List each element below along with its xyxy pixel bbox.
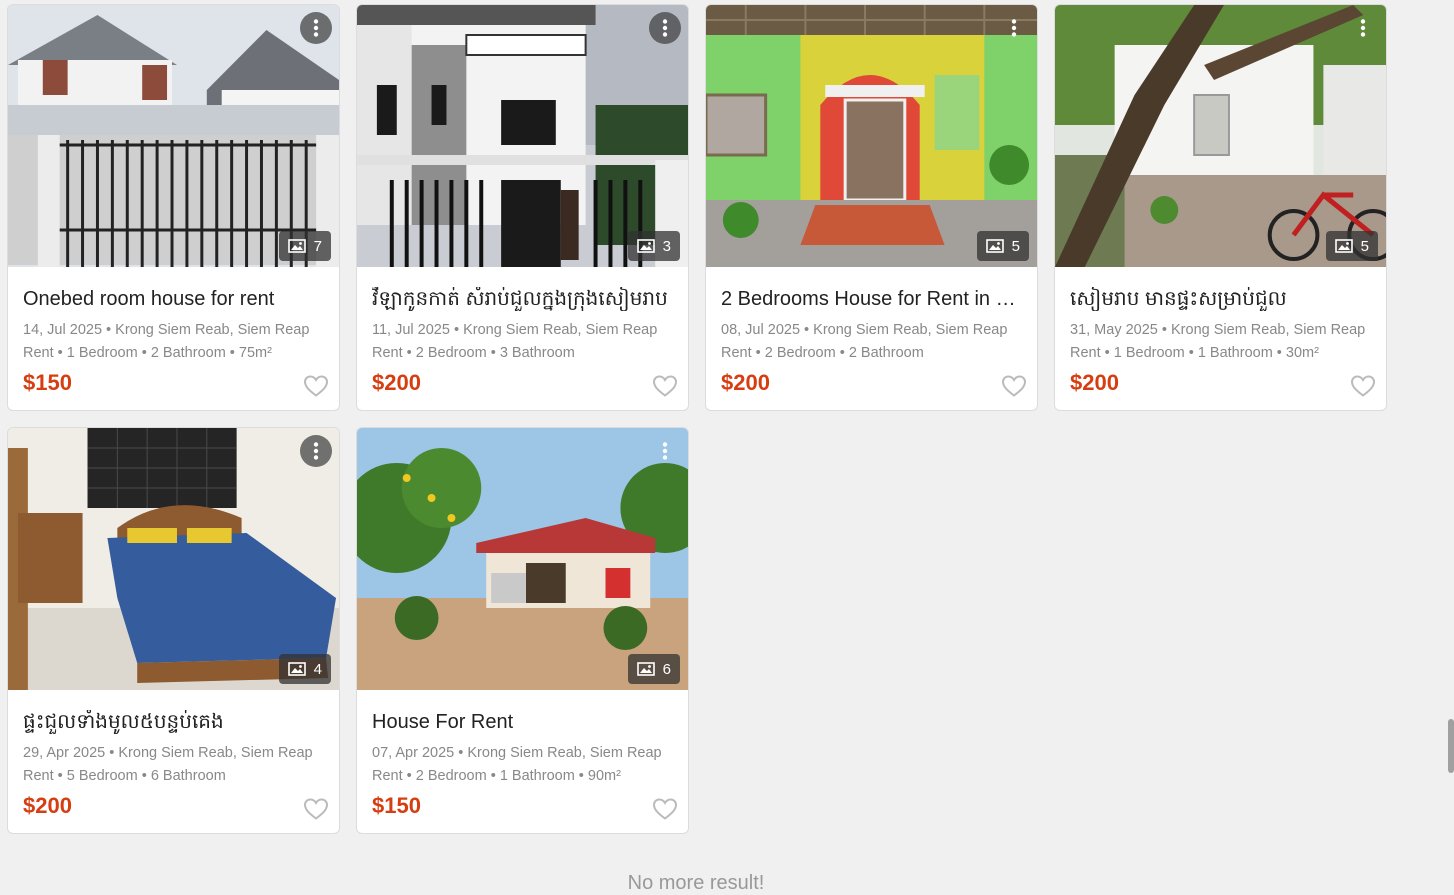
listing-photo[interactable]: 5 bbox=[1055, 5, 1386, 267]
house-photo-image bbox=[706, 5, 1037, 267]
more-vertical-icon bbox=[662, 442, 668, 460]
heart-outline-icon[interactable] bbox=[1350, 374, 1376, 398]
photo-count: 3 bbox=[662, 237, 671, 255]
listing-title[interactable]: House For Rent bbox=[372, 710, 673, 734]
no-more-results-text: No more result! bbox=[627, 872, 765, 894]
heart-outline-icon[interactable] bbox=[1001, 374, 1027, 398]
listing-details: Rent • 5 Bedroom • 6 Bathroom bbox=[23, 768, 226, 784]
listing-date-location: 29, Apr 2025 • Krong Siem Reab, Siem Rea… bbox=[23, 745, 313, 761]
house-photo-image bbox=[357, 428, 688, 690]
listing-date: 29, Apr 2025 bbox=[23, 745, 106, 761]
listing-location: Krong Siem Reab, Siem Reap bbox=[463, 322, 658, 338]
listing-card[interactable]: 7 Onebed room house for rent 14, Jul 202… bbox=[7, 4, 340, 411]
listing-card[interactable]: 6 House For Rent 07, Apr 2025 • Krong Si… bbox=[356, 427, 689, 834]
listing-location: Krong Siem Reab, Siem Reap bbox=[467, 745, 662, 761]
image-icon bbox=[636, 662, 655, 676]
listing-date-location: 08, Jul 2025 • Krong Siem Reab, Siem Rea… bbox=[721, 322, 1008, 338]
listing-price: $200 bbox=[372, 370, 421, 395]
listing-details: Rent • 1 Bedroom • 1 Bathroom • 30m² bbox=[1070, 345, 1319, 361]
listing-grid: 7 Onebed room house for rent 14, Jul 202… bbox=[7, 4, 1387, 834]
listing-date: 07, Apr 2025 bbox=[372, 745, 455, 761]
photo-count-badge: 3 bbox=[627, 231, 680, 261]
heart-outline-icon[interactable] bbox=[652, 797, 678, 821]
listing-date-location: 14, Jul 2025 • Krong Siem Reab, Siem Rea… bbox=[23, 322, 310, 338]
house-photo-image bbox=[357, 5, 688, 267]
image-icon bbox=[985, 239, 1004, 253]
listing-title[interactable]: វីឡាកូនកាត់ សំរាប់ជួលក្នុងក្រុងសៀមរាប bbox=[372, 287, 673, 311]
listing-title[interactable]: Onebed room house for rent bbox=[23, 287, 324, 311]
listing-photo[interactable]: 3 bbox=[357, 5, 688, 267]
photo-count: 5 bbox=[1011, 237, 1020, 255]
listing-date-location: 07, Apr 2025 • Krong Siem Reab, Siem Rea… bbox=[372, 745, 662, 761]
more-options-button[interactable] bbox=[649, 12, 681, 44]
more-options-button[interactable] bbox=[300, 12, 332, 44]
listing-location: Krong Siem Reab, Siem Reap bbox=[1171, 322, 1366, 338]
listing-title[interactable]: សៀមរាប មានផ្ទះសម្រាប់ជួល bbox=[1070, 287, 1371, 311]
more-vertical-icon bbox=[1011, 19, 1017, 37]
listing-details: Rent • 2 Bedroom • 2 Bathroom bbox=[721, 345, 924, 361]
listing-date-location: 11, Jul 2025 • Krong Siem Reab, Siem Rea… bbox=[372, 322, 658, 338]
more-options-button[interactable] bbox=[649, 435, 681, 467]
listing-location: Krong Siem Reab, Siem Reap bbox=[115, 322, 310, 338]
photo-count-badge: 6 bbox=[627, 654, 680, 684]
page-scrollbar-thumb[interactable] bbox=[1448, 719, 1454, 773]
listing-card[interactable]: 5 សៀមរាប មានផ្ទះសម្រាប់ជួល 31, May 2025 … bbox=[1054, 4, 1387, 411]
listing-photo[interactable]: 6 bbox=[357, 428, 688, 690]
listing-title[interactable]: ផ្ទះជួលទាំងមូល៥បន្ទប់គេង bbox=[23, 710, 324, 734]
heart-outline-icon[interactable] bbox=[303, 374, 329, 398]
image-icon bbox=[636, 239, 655, 253]
listing-price: $200 bbox=[1070, 370, 1119, 395]
image-icon bbox=[287, 662, 306, 676]
listing-title[interactable]: 2 Bedrooms House for Rent in Si... bbox=[721, 287, 1022, 311]
house-photo-image bbox=[8, 5, 339, 267]
listing-date: 14, Jul 2025 bbox=[23, 322, 103, 338]
listing-photo[interactable]: 7 bbox=[8, 5, 339, 267]
heart-outline-icon[interactable] bbox=[652, 374, 678, 398]
listing-date: 31, May 2025 bbox=[1070, 322, 1158, 338]
listing-date: 11, Jul 2025 bbox=[372, 322, 450, 338]
listing-details: Rent • 2 Bedroom • 3 Bathroom bbox=[372, 345, 575, 361]
listing-details: Rent • 1 Bedroom • 2 Bathroom • 75m² bbox=[23, 345, 272, 361]
more-vertical-icon bbox=[313, 19, 319, 37]
listing-price: $150 bbox=[372, 793, 421, 818]
image-icon bbox=[287, 239, 306, 253]
listing-date-location: 31, May 2025 • Krong Siem Reab, Siem Rea… bbox=[1070, 322, 1366, 338]
photo-count-badge: 4 bbox=[278, 654, 331, 684]
more-options-button[interactable] bbox=[300, 435, 332, 467]
photo-count-badge: 7 bbox=[278, 231, 331, 261]
more-options-button[interactable] bbox=[998, 12, 1030, 44]
listing-price: $150 bbox=[23, 370, 72, 395]
listing-date: 08, Jul 2025 bbox=[721, 322, 801, 338]
more-vertical-icon bbox=[313, 442, 319, 460]
listing-details: Rent • 2 Bedroom • 1 Bathroom • 90m² bbox=[372, 768, 621, 784]
listing-price: $200 bbox=[721, 370, 770, 395]
listing-photo[interactable]: 5 bbox=[706, 5, 1037, 267]
photo-count: 4 bbox=[313, 660, 322, 678]
photo-count-badge: 5 bbox=[1325, 231, 1378, 261]
listing-card[interactable]: 4 ផ្ទះជួលទាំងមូល៥បន្ទប់គេង 29, Apr 2025 … bbox=[7, 427, 340, 834]
listing-price: $200 bbox=[23, 793, 72, 818]
listing-card[interactable]: 3 វីឡាកូនកាត់ សំរាប់ជួលក្នុងក្រុងសៀមរាប … bbox=[356, 4, 689, 411]
image-icon bbox=[1334, 239, 1353, 253]
listing-location: Krong Siem Reab, Siem Reap bbox=[118, 745, 313, 761]
more-options-button[interactable] bbox=[1347, 12, 1379, 44]
listing-card[interactable]: 5 2 Bedrooms House for Rent in Si... 08,… bbox=[705, 4, 1038, 411]
heart-outline-icon[interactable] bbox=[303, 797, 329, 821]
more-vertical-icon bbox=[1360, 19, 1366, 37]
photo-count: 7 bbox=[313, 237, 322, 255]
listing-photo[interactable]: 4 bbox=[8, 428, 339, 690]
house-photo-image bbox=[1055, 5, 1386, 267]
more-vertical-icon bbox=[662, 19, 668, 37]
listing-location: Krong Siem Reab, Siem Reap bbox=[813, 322, 1008, 338]
bedroom-photo-image bbox=[8, 428, 339, 690]
photo-count: 6 bbox=[662, 660, 671, 678]
photo-count-badge: 5 bbox=[976, 231, 1029, 261]
photo-count: 5 bbox=[1360, 237, 1369, 255]
